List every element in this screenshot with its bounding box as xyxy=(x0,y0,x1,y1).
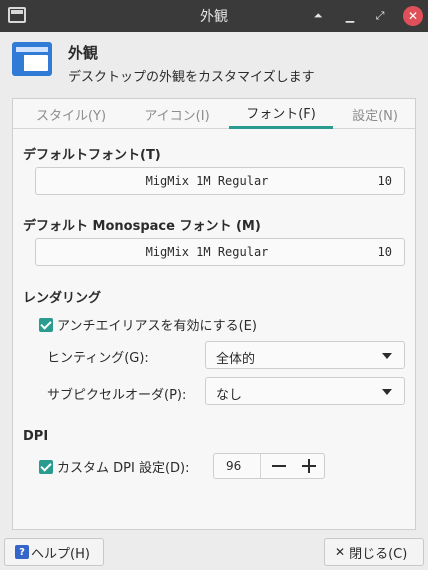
decrement-button[interactable] xyxy=(264,454,294,478)
notebook-panel: スタイル(Y) アイコン(I) フォント(F) 設定(N) デフォルトフォント(… xyxy=(12,98,416,530)
header-title: 外観 xyxy=(68,44,99,62)
dpi-value[interactable]: 96 xyxy=(226,459,241,473)
close-icon: ✕ xyxy=(335,545,346,559)
mono-font-heading: デフォルト Monospace フォント (M) xyxy=(23,219,261,234)
spin-separator xyxy=(260,454,261,478)
dialog-header: 外観 デスクトップの外観をカスタマイズします xyxy=(0,32,428,90)
default-font-button[interactable]: MigMix 1M Regular 10 xyxy=(35,167,405,195)
custom-dpi-checkbox[interactable] xyxy=(39,459,53,474)
close-button[interactable]: ✕ 閉じる(C) xyxy=(324,538,424,566)
custom-dpi-label: カスタム DPI 設定(D): xyxy=(57,461,190,476)
minimize-button[interactable]: ▁ xyxy=(340,6,360,26)
close-label: 閉じる(C) xyxy=(349,546,408,562)
rendering-heading: レンダリング xyxy=(23,291,102,306)
header-subtitle: デスクトップの外観をカスタマイズします xyxy=(68,70,315,85)
hinting-value: 全体的 xyxy=(216,352,256,367)
help-icon: ? xyxy=(15,545,29,559)
subpixel-dropdown[interactable]: なし xyxy=(205,377,405,405)
default-font-name: MigMix 1M Regular xyxy=(145,174,269,188)
title-bar[interactable]: 外観 ⏶ ▁ ⤢ ✕ xyxy=(0,0,428,32)
close-window-button[interactable]: ✕ xyxy=(403,6,423,26)
dpi-heading: DPI xyxy=(23,429,49,444)
dpi-spinbutton[interactable]: 96 xyxy=(213,453,325,479)
default-font-size: 10 xyxy=(377,174,392,188)
custom-dpi-row[interactable]: カスタム DPI 設定(D): xyxy=(39,457,189,476)
help-label: ヘルプ(H) xyxy=(31,546,90,562)
subpixel-label: サブピクセルオーダ(P): xyxy=(47,388,187,403)
tab-settings[interactable]: 設定(N) xyxy=(339,99,411,129)
chevron-down-icon xyxy=(382,353,392,359)
mono-font-name: MigMix 1M Regular xyxy=(145,245,269,259)
antialias-checkbox[interactable] xyxy=(39,317,53,332)
chevron-down-icon xyxy=(382,389,392,395)
increment-button[interactable] xyxy=(294,454,324,478)
subpixel-value: なし xyxy=(216,388,243,403)
window-icon xyxy=(8,7,26,23)
window-title: 外観 xyxy=(200,9,228,25)
antialias-row[interactable]: アンチエイリアスを有効にする(E) xyxy=(39,315,257,334)
tab-bar: スタイル(Y) アイコン(I) フォント(F) 設定(N) xyxy=(13,99,415,129)
antialias-label: アンチエイリアスを有効にする(E) xyxy=(57,319,257,334)
tab-style[interactable]: スタイル(Y) xyxy=(23,99,119,129)
hinting-label: ヒンティング(G): xyxy=(47,351,149,366)
minus-icon xyxy=(272,465,286,467)
maximize-button[interactable]: ⤢ xyxy=(370,6,390,26)
appearance-app-icon xyxy=(12,42,52,76)
mono-font-size: 10 xyxy=(377,245,392,259)
default-font-heading: デフォルトフォント(T) xyxy=(23,148,161,163)
tab-fonts[interactable]: フォント(F) xyxy=(229,99,333,129)
shade-button[interactable]: ⏶ xyxy=(308,6,328,26)
tab-icons[interactable]: アイコン(I) xyxy=(125,99,229,129)
plus-icon xyxy=(302,459,316,473)
hinting-dropdown[interactable]: 全体的 xyxy=(205,341,405,369)
mono-font-button[interactable]: MigMix 1M Regular 10 xyxy=(35,238,405,266)
help-button[interactable]: ? ヘルプ(H) xyxy=(4,538,104,566)
